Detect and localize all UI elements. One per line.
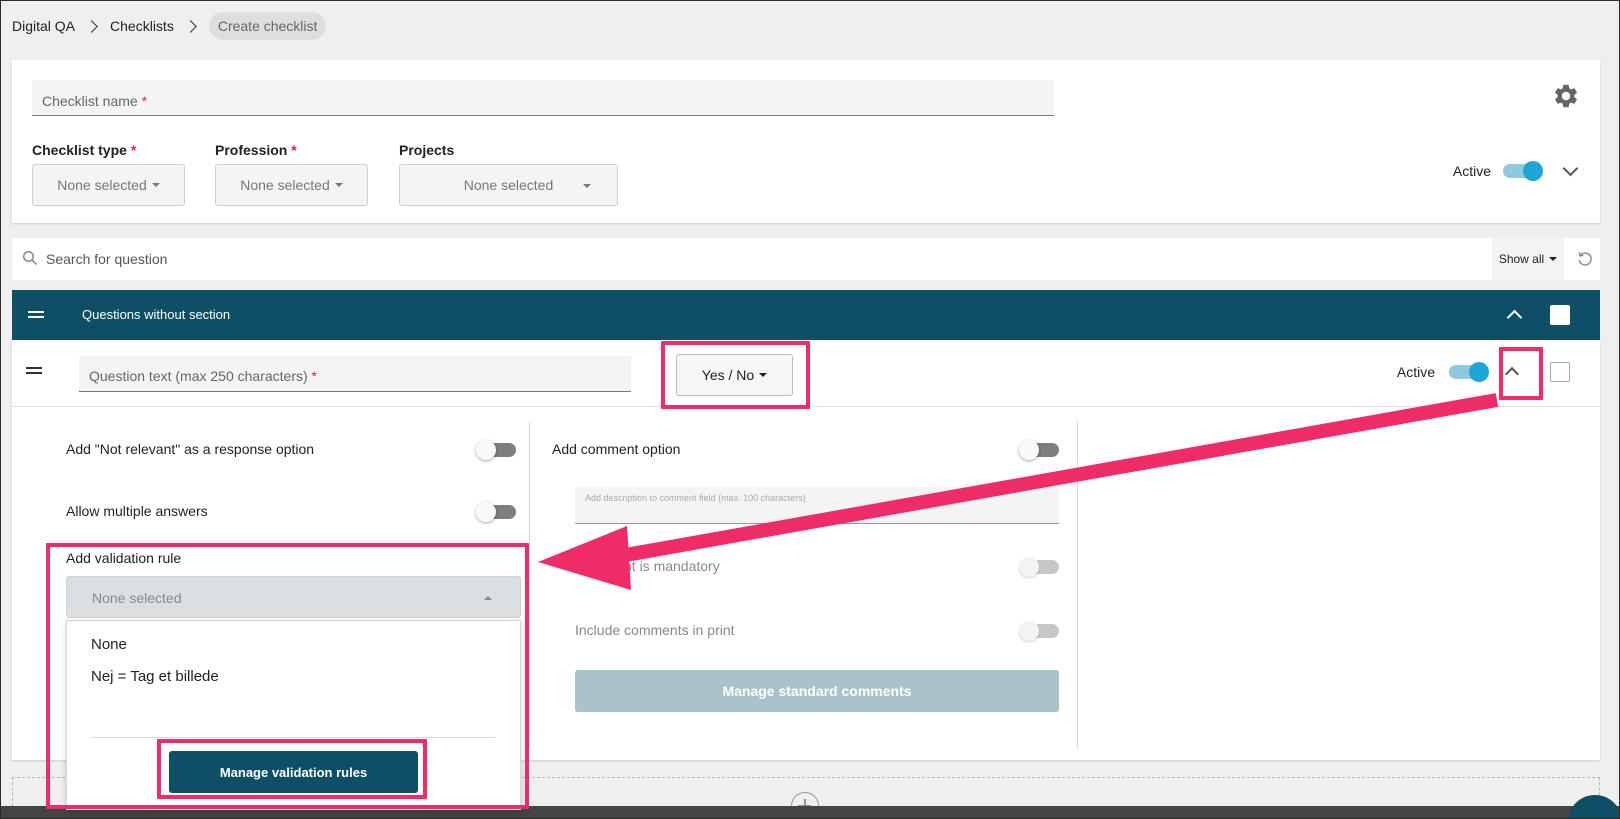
question-active-label: Active [1396,364,1435,380]
search-input[interactable] [46,238,1426,280]
section-checkbox[interactable] [1550,305,1570,325]
checklist-active-row: Active [1452,160,1579,181]
question-active-row: Active [1396,362,1489,382]
divider [91,737,495,738]
question-active-toggle[interactable] [1449,362,1489,382]
comment-print-toggle[interactable] [1019,621,1059,641]
required-mark: * [311,368,317,384]
show-all-filter[interactable]: Show all [1492,238,1564,280]
projects-group: Projects None selected [399,142,618,206]
refresh-icon[interactable] [1576,250,1594,268]
profession-select[interactable]: None selected [215,164,368,206]
breadcrumb-checklists[interactable]: Checklists [110,18,174,34]
checklist-active-label: Active [1452,163,1491,179]
comment-mandatory-toggle[interactable] [1019,557,1059,577]
not-relevant-label: Add "Not relevant" as a response option [66,441,315,457]
question-search-bar: Show all [12,238,1600,280]
question-text-placeholder: Question text (max 250 characters) [89,368,308,384]
caret-up-icon [484,596,492,600]
drag-handle-icon[interactable] [26,367,42,374]
chevron-right-icon [183,19,197,33]
breadcrumb-create-checklist: Create checklist [208,12,327,40]
validation-option-none[interactable]: None [91,636,127,653]
projects-select[interactable]: None selected [399,164,618,206]
chevron-down-icon[interactable] [1562,160,1579,176]
search-icon [22,250,38,266]
checklist-details-card: Checklist name * Checklist type * None s… [12,60,1600,223]
checklist-type-select[interactable]: None selected [32,164,185,206]
caret-down-icon [1549,257,1558,261]
question-text-input[interactable]: Question text (max 250 characters) * [79,356,631,392]
required-mark: * [141,93,148,109]
multiple-answers-label: Allow multiple answers [66,503,208,519]
caret-down-icon [759,373,768,377]
checklist-active-toggle[interactable] [1503,161,1543,181]
gear-icon[interactable] [1552,82,1580,110]
chevron-right-icon [85,19,98,33]
chevron-up-icon[interactable] [1506,309,1523,326]
projects-label: Projects [399,142,455,158]
comment-mandatory-label: Comment is mandatory [575,558,720,574]
chevron-up-icon[interactable] [1504,366,1520,382]
caret-down-icon [583,184,591,188]
checklist-name-field[interactable]: Checklist name * [32,80,1054,116]
caret-down-icon [151,183,160,187]
column-divider [1077,422,1078,748]
validation-option-nej[interactable]: Nej = Tag et billede [91,668,219,685]
profession-label: Profession * [215,142,297,158]
section-title: Questions without section [82,307,231,322]
divider [12,406,1600,407]
comment-description-input[interactable]: Add description to comment field (max. 1… [575,487,1059,524]
validation-rule-select[interactable]: None selected [66,576,521,618]
checklist-name-placeholder: Checklist name [42,93,138,109]
section-header: Questions without section [12,290,1600,340]
not-relevant-toggle[interactable] [476,440,516,460]
multiple-answers-toggle[interactable] [476,502,516,522]
checklist-type-group: Checklist type * None selected [32,142,185,206]
column-divider [529,422,530,748]
caret-down-icon [334,183,343,187]
manage-standard-comments-button[interactable]: Manage standard comments [575,670,1059,712]
validation-rule-dropdown: None Nej = Tag et billede Manage validat… [66,620,521,810]
answer-type-select[interactable]: Yes / No [676,354,793,396]
validation-rule-label: Add validation rule [66,550,182,566]
comment-option-label: Add comment option [552,441,681,457]
checklist-type-label: Checklist type * [32,142,137,158]
profession-group: Profession * None selected [215,142,368,206]
breadcrumb: Digital QA Checklists Create checklist [12,12,327,40]
drag-handle-icon[interactable] [28,311,44,318]
breadcrumb-digital-qa[interactable]: Digital QA [12,18,75,34]
manage-validation-rules-button[interactable]: Manage validation rules [169,751,418,793]
comment-option-toggle[interactable] [1019,440,1059,460]
question-checkbox[interactable] [1550,362,1570,382]
comment-print-label: Include comments in print [575,622,735,638]
